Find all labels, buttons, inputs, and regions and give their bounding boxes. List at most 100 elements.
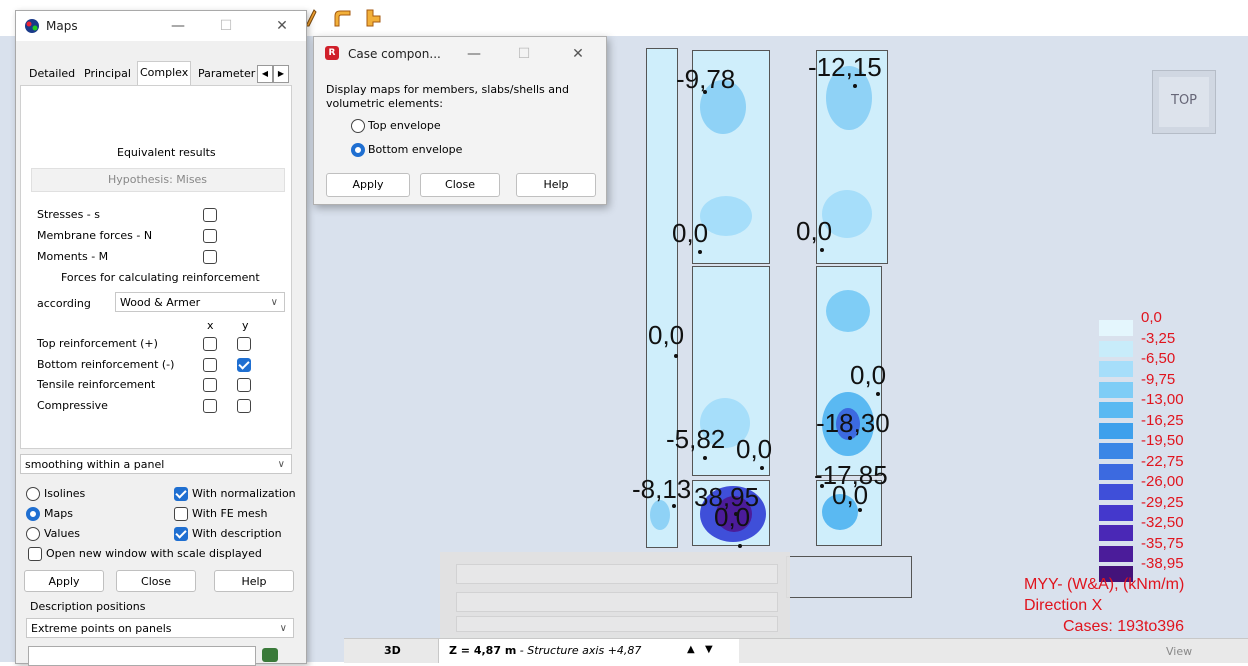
case-help-button[interactable]: Help <box>516 173 596 197</box>
maximize-icon[interactable]: ☐ <box>510 43 538 65</box>
description-input[interactable] <box>28 646 256 666</box>
case-close-button[interactable]: Close <box>420 173 500 197</box>
maps-titlebar[interactable]: Maps — ☐ ✕ <box>16 11 306 41</box>
isolines-label: Isolines <box>44 487 86 500</box>
smoothing-dropdown[interactable]: smoothing within a panel ∨ <box>20 454 292 474</box>
bottom-reinf-y-checkbox[interactable] <box>237 358 251 372</box>
according-dropdown[interactable]: Wood & Armer ∨ <box>115 292 285 312</box>
value-point <box>703 456 707 460</box>
bottom-reinf-label: Bottom reinforcement (-) <box>37 358 175 371</box>
maximize-icon[interactable]: ☐ <box>212 15 240 37</box>
close-icon[interactable]: ✕ <box>564 43 592 65</box>
value-point <box>858 508 862 512</box>
tab-detailed[interactable]: Detailed <box>27 63 77 85</box>
maps-label: Maps <box>44 507 73 520</box>
membrane-checkbox[interactable] <box>203 229 217 243</box>
normalization-label: With normalization <box>192 487 296 500</box>
legend-value: -35,75 <box>1141 534 1184 552</box>
tab-principal[interactable]: Principal <box>82 63 133 85</box>
wall-strip-left <box>646 48 678 548</box>
value-point <box>672 504 676 508</box>
maps-radio[interactable] <box>26 507 40 521</box>
open-window-checkbox[interactable] <box>28 547 42 561</box>
stresses-checkbox[interactable] <box>203 208 217 222</box>
legend-caption: MYY- (W&A), (kNm/m) <box>1024 576 1185 593</box>
ghost-panel <box>440 552 790 638</box>
according-label: according <box>37 297 91 310</box>
legend-value: 0,0 <box>1141 309 1162 326</box>
moments-checkbox[interactable] <box>203 250 217 264</box>
bottom-envelope-label: Bottom envelope <box>368 143 463 156</box>
description-checkbox[interactable] <box>174 527 188 541</box>
tensile-y-checkbox[interactable] <box>237 378 251 392</box>
value-point <box>760 466 764 470</box>
tensile-x-checkbox[interactable] <box>203 378 217 392</box>
open-window-label: Open new window with scale displayed <box>46 547 262 560</box>
selection-outline <box>786 556 912 598</box>
complex-tab-panel: Equivalent results Hypothesis: Mises Str… <box>20 85 292 449</box>
values-radio[interactable] <box>26 527 40 541</box>
pipe-elbow-icon[interactable] <box>332 8 352 28</box>
pipe-tee-icon[interactable] <box>362 8 382 28</box>
close-icon[interactable]: ✕ <box>268 15 296 37</box>
hypothesis-field[interactable]: Hypothesis: Mises <box>31 168 285 192</box>
view-cube[interactable]: TOP <box>1152 70 1216 134</box>
value-point <box>853 84 857 88</box>
map-value-label: -12,15 <box>808 52 882 82</box>
map-value-label: 0,0 <box>736 434 773 464</box>
ghost-row <box>456 564 778 584</box>
top-reinf-x-checkbox[interactable] <box>203 337 217 351</box>
refresh-icon[interactable] <box>262 648 278 662</box>
z-level-text: Z = 4,87 m - Structure axis +4,87 <box>449 644 641 657</box>
reinforcement-heading: Forces for calculating reinforcement <box>61 271 260 284</box>
bottom-envelope-radio[interactable] <box>351 143 365 157</box>
z-level-field[interactable]: Z = 4,87 m - Structure axis +4,87 ▲ ▼ <box>438 639 739 663</box>
legend-value: -6,50 <box>1141 350 1176 367</box>
legend-swatch <box>1099 320 1133 336</box>
tab-parameters[interactable]: Parameter <box>196 63 256 85</box>
desc-positions-dropdown[interactable]: Extreme points on panels ∨ <box>26 618 294 638</box>
hypothesis-value: Hypothesis: Mises <box>108 173 208 186</box>
top-reinf-y-checkbox[interactable] <box>237 337 251 351</box>
legend-value: -26,00 <box>1141 473 1184 490</box>
arrow-up-icon[interactable]: ▲ <box>687 644 695 655</box>
isolines-radio[interactable] <box>26 487 40 501</box>
view-mode-3d[interactable]: 3D <box>384 644 401 657</box>
arrow-down-icon[interactable]: ▼ <box>705 644 713 655</box>
apply-button[interactable]: Apply <box>24 570 104 592</box>
bottom-reinf-x-checkbox[interactable] <box>203 358 217 372</box>
map-value-label: 0,0 <box>850 360 887 390</box>
member-tool-icon[interactable] <box>304 8 324 28</box>
map-value-label: -5,82 <box>666 424 726 454</box>
tensile-reinf-label: Tensile reinforcement <box>37 378 156 391</box>
minimize-icon[interactable]: — <box>164 15 192 37</box>
normalization-checkbox[interactable] <box>174 487 188 501</box>
tab-scroll-left-icon[interactable]: ◀ <box>257 65 273 83</box>
z-level-desc: - Structure axis +4,87 <box>516 644 642 657</box>
legend-swatch <box>1099 361 1133 377</box>
case-components-dialog: R Case compon... — ☐ ✕ Display maps for … <box>313 36 607 205</box>
description-label: With description <box>192 527 282 540</box>
desc-positions-value: Extreme points on panels <box>31 622 172 635</box>
close-button[interactable]: Close <box>116 570 196 592</box>
case-title: Case compon... <box>348 47 441 61</box>
top-envelope-radio[interactable] <box>351 119 365 133</box>
legend-value: -13,00 <box>1141 391 1184 408</box>
view-label[interactable]: View <box>1166 645 1192 658</box>
legend-swatch <box>1099 545 1133 562</box>
case-titlebar[interactable]: R Case compon... — ☐ ✕ <box>314 37 606 69</box>
value-point <box>674 354 678 358</box>
legend-swatch <box>1099 504 1133 521</box>
help-button[interactable]: Help <box>214 570 294 592</box>
minimize-icon[interactable]: — <box>460 43 488 65</box>
legend-value: -38,95 <box>1141 555 1184 572</box>
case-apply-button[interactable]: Apply <box>326 173 410 197</box>
legend-value: -19,50 <box>1141 432 1184 449</box>
legend-value: -3,25 <box>1141 329 1176 347</box>
fe-mesh-checkbox[interactable] <box>174 507 188 521</box>
smoothing-value: smoothing within a panel <box>25 458 165 471</box>
compressive-x-checkbox[interactable] <box>203 399 217 413</box>
tab-scroll-right-icon[interactable]: ▶ <box>273 65 289 83</box>
compressive-y-checkbox[interactable] <box>237 399 251 413</box>
tab-complex[interactable]: Complex <box>137 61 192 86</box>
